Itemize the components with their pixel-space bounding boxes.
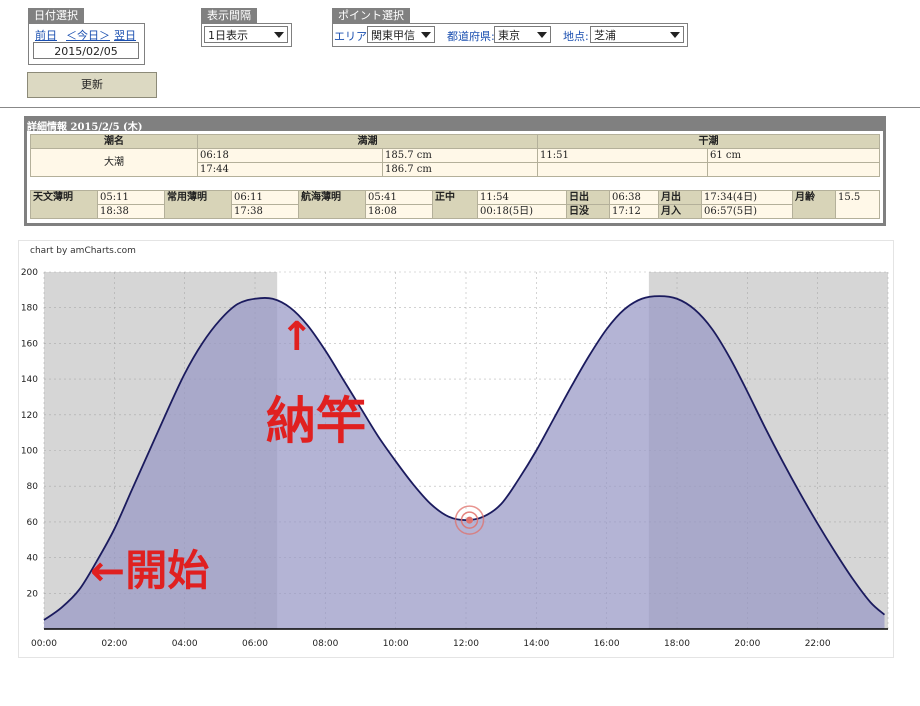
- moonrise-value: 17:34(4日): [701, 190, 793, 205]
- end-annotation: 納竿: [266, 392, 366, 450]
- interval-select[interactable]: 1日表示: [204, 26, 288, 43]
- nautical-twilight-label: 航海薄明: [298, 190, 366, 219]
- astro-twilight-label: 天文薄明: [30, 190, 98, 219]
- sunrise-label: 日出: [566, 190, 610, 205]
- low-tide-time-1: 11:51: [537, 148, 708, 163]
- civil-twilight-2: 17:38: [231, 204, 299, 219]
- meridian-2: 00:18(5日): [477, 204, 567, 219]
- prefecture-select-value: 東京: [498, 29, 520, 42]
- prefecture-select[interactable]: 東京: [494, 26, 551, 43]
- chevron-down-icon: [421, 32, 431, 38]
- high-tide-level-1: 185.7 cm: [382, 148, 538, 163]
- meridian-1: 11:54: [477, 190, 567, 205]
- point-panel-title: ポイント選択: [332, 8, 410, 24]
- date-input[interactable]: 2015/02/05: [33, 42, 139, 59]
- today-link[interactable]: ＜今日＞: [66, 27, 110, 43]
- twilight-table: 天文薄明 05:11 常用薄明 06:11 航海薄明 05:41 正中 11:5…: [30, 190, 880, 219]
- low-tide-level-1: 61 cm: [707, 148, 880, 163]
- civil-twilight-label: 常用薄明: [164, 190, 232, 219]
- area-select[interactable]: 関東甲信: [367, 26, 435, 43]
- moonset-label: 月入: [658, 204, 702, 219]
- spot-select-value: 芝浦: [594, 29, 616, 42]
- next-day-link[interactable]: 翌日: [114, 27, 136, 43]
- meridian-label: 正中: [432, 190, 478, 219]
- nautical-twilight-1: 05:41: [365, 190, 433, 205]
- tide-table: 潮名 満潮 干潮 大潮 06:18 185.7 cm 11:51 61 cm 1…: [30, 134, 880, 177]
- high-tide-level-2: 186.7 cm: [382, 162, 538, 177]
- moonset-value: 06:57(5日): [701, 204, 793, 219]
- tide-name-value: 大潮: [30, 148, 198, 177]
- moon-age-label: 月齢: [792, 190, 836, 219]
- chevron-down-icon: [670, 32, 680, 38]
- prefecture-label: 都道府県:: [447, 30, 495, 43]
- sunrise-value: 06:38: [609, 190, 659, 205]
- tide-name-header: 潮名: [30, 134, 198, 149]
- chevron-down-icon: [537, 32, 547, 38]
- high-tide-header: 満潮: [197, 134, 538, 149]
- update-button[interactable]: 更新: [27, 72, 157, 98]
- high-tide-time-2: 17:44: [197, 162, 383, 177]
- area-select-value: 関東甲信: [371, 29, 415, 42]
- spot-label: 地点:: [563, 30, 589, 43]
- divider: [0, 107, 920, 108]
- spot-select[interactable]: 芝浦: [590, 26, 684, 43]
- civil-twilight-1: 06:11: [231, 190, 299, 205]
- prev-day-link[interactable]: 前日: [35, 27, 57, 43]
- nautical-twilight-2: 18:08: [365, 204, 433, 219]
- chevron-down-icon: [274, 32, 284, 38]
- interval-panel-title: 表示間隔: [201, 8, 257, 24]
- sunset-value: 17:12: [609, 204, 659, 219]
- start-annotation: ←開始: [90, 546, 210, 595]
- moon-age-value: 15.5: [835, 190, 880, 219]
- low-tide-header: 干潮: [537, 134, 880, 149]
- end-arrow-annotation: ↑: [280, 314, 314, 360]
- astro-twilight-1: 05:11: [97, 190, 165, 205]
- sunset-label: 日没: [566, 204, 610, 219]
- astro-twilight-2: 18:38: [97, 204, 165, 219]
- high-tide-time-1: 06:18: [197, 148, 383, 163]
- low-tide-level-2: [707, 162, 880, 177]
- low-tide-time-2: [537, 162, 708, 177]
- chart-credit[interactable]: chart by amCharts.com: [30, 246, 136, 256]
- date-panel-title: 日付選択: [28, 8, 84, 24]
- moonrise-label: 月出: [658, 190, 702, 205]
- area-label: エリア:: [334, 30, 371, 43]
- interval-select-value: 1日表示: [208, 29, 248, 42]
